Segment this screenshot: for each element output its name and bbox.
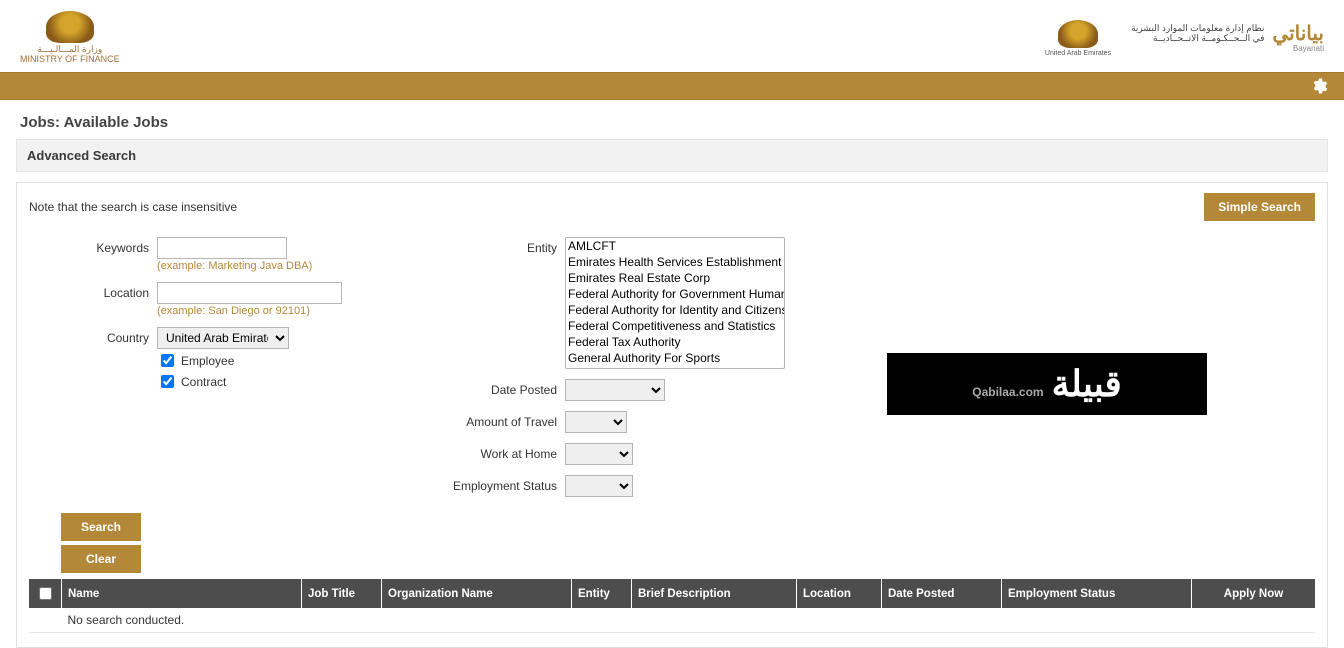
select-all-header [29,579,62,608]
col-apply-now[interactable]: Apply Now [1192,579,1316,608]
entity-option[interactable]: Emirates Health Services Establishment [566,254,784,270]
simple-search-button[interactable]: Simple Search [1204,193,1315,221]
work-at-home-label: Work at Home [407,443,557,461]
entity-list[interactable]: AMLCFTEmirates Health Services Establish… [565,237,785,369]
header-right: United Arab Emirates نظام إدارة معلومات … [1045,20,1324,57]
watermark-arabic: قبيلة [1052,363,1122,405]
entity-option[interactable]: Emirates Real Estate Corp [566,270,784,286]
location-hint: (example: San Diego or 92101) [157,305,347,317]
watermark-overlay: Qabilaa.com قبيلة [887,353,1207,415]
search-button[interactable]: Search [61,513,141,541]
amount-of-travel-select[interactable] [565,411,627,433]
watermark-latin: Qabilaa.com [972,385,1043,399]
contract-check-label: Contract [181,375,226,389]
contract-checkbox[interactable] [161,375,174,388]
keywords-hint: (example: Marketing Java DBA) [157,260,347,272]
entity-option[interactable]: General Authority For Sports [566,350,784,366]
page-title: Jobs: Available Jobs [0,100,1344,139]
col-location[interactable]: Location [797,579,882,608]
top-toolbar [0,72,1344,100]
bayanati-wordmark: بياناتي [1272,23,1324,45]
col-org-name[interactable]: Organization Name [382,579,572,608]
right-column: Entity AMLCFTEmirates Health Services Es… [407,237,795,503]
col-job-title[interactable]: Job Title [302,579,382,608]
entity-option[interactable]: Federal Competitiveness and Statistics [566,318,784,334]
bayanati-romanized: Bayanati [1293,45,1324,54]
no-results-cell: No search conducted. [62,608,1316,633]
bayanati-logo-block: نظام إدارة معلومات الموارد البشرية في ال… [1131,23,1324,54]
date-posted-label: Date Posted [407,379,557,397]
case-insensitive-note: Note that the search is case insensitive [29,200,237,214]
uae-name: United Arab Emirates [1045,50,1111,57]
location-label: Location [39,282,149,300]
uae-crest-icon [46,11,94,43]
entity-option[interactable]: Federal Tax Authority [566,334,784,350]
keywords-label: Keywords [39,237,149,255]
work-at-home-select[interactable] [565,443,633,465]
employment-status-select[interactable] [565,475,633,497]
employment-status-label: Employment Status [407,475,557,493]
col-date-posted[interactable]: Date Posted [882,579,1002,608]
advanced-search-panel: Note that the search is case insensitive… [16,182,1328,648]
left-column: Keywords (example: Marketing Java DBA) L… [39,237,347,391]
employee-check-label: Employee [181,354,234,368]
country-select[interactable]: United Arab Emirates [157,327,289,349]
keywords-input[interactable] [157,237,287,259]
gear-icon[interactable] [1310,77,1328,95]
results-table: Name Job Title Organization Name Entity … [29,579,1315,633]
ministry-logo-block: وزارة المـــالـيـــة MINISTRY OF FINANCE [20,11,120,65]
ministry-name-en: MINISTRY OF FINANCE [20,55,120,65]
bayanati-sub-ar: في الــحــكـومــة الاتــحــاديــة [1131,34,1264,44]
col-entity[interactable]: Entity [572,579,632,608]
col-name[interactable]: Name [62,579,302,608]
header-bar: وزارة المـــالـيـــة MINISTRY OF FINANCE… [0,0,1344,72]
employee-checkbox[interactable] [161,354,174,367]
entity-option[interactable]: Federal Authority for Identity and Citiz… [566,302,784,318]
uae-crest-small-icon [1058,20,1098,48]
country-label: Country [39,327,149,345]
table-row: No search conducted. [29,608,1315,633]
date-posted-select[interactable] [565,379,665,401]
ministry-name: وزارة المـــالـيـــة MINISTRY OF FINANCE [20,45,120,65]
clear-button[interactable]: Clear [61,545,141,573]
entity-option[interactable]: AMLCFT [566,238,784,254]
amount-of-travel-label: Amount of Travel [407,411,557,429]
col-brief-desc[interactable]: Brief Description [632,579,797,608]
col-emp-status[interactable]: Employment Status [1002,579,1192,608]
entity-label: Entity [407,237,557,255]
entity-option[interactable]: Federal Authority for Government Human R… [566,286,784,302]
select-all-checkbox[interactable] [39,587,52,600]
section-header: Advanced Search [16,139,1328,172]
location-input[interactable] [157,282,342,304]
